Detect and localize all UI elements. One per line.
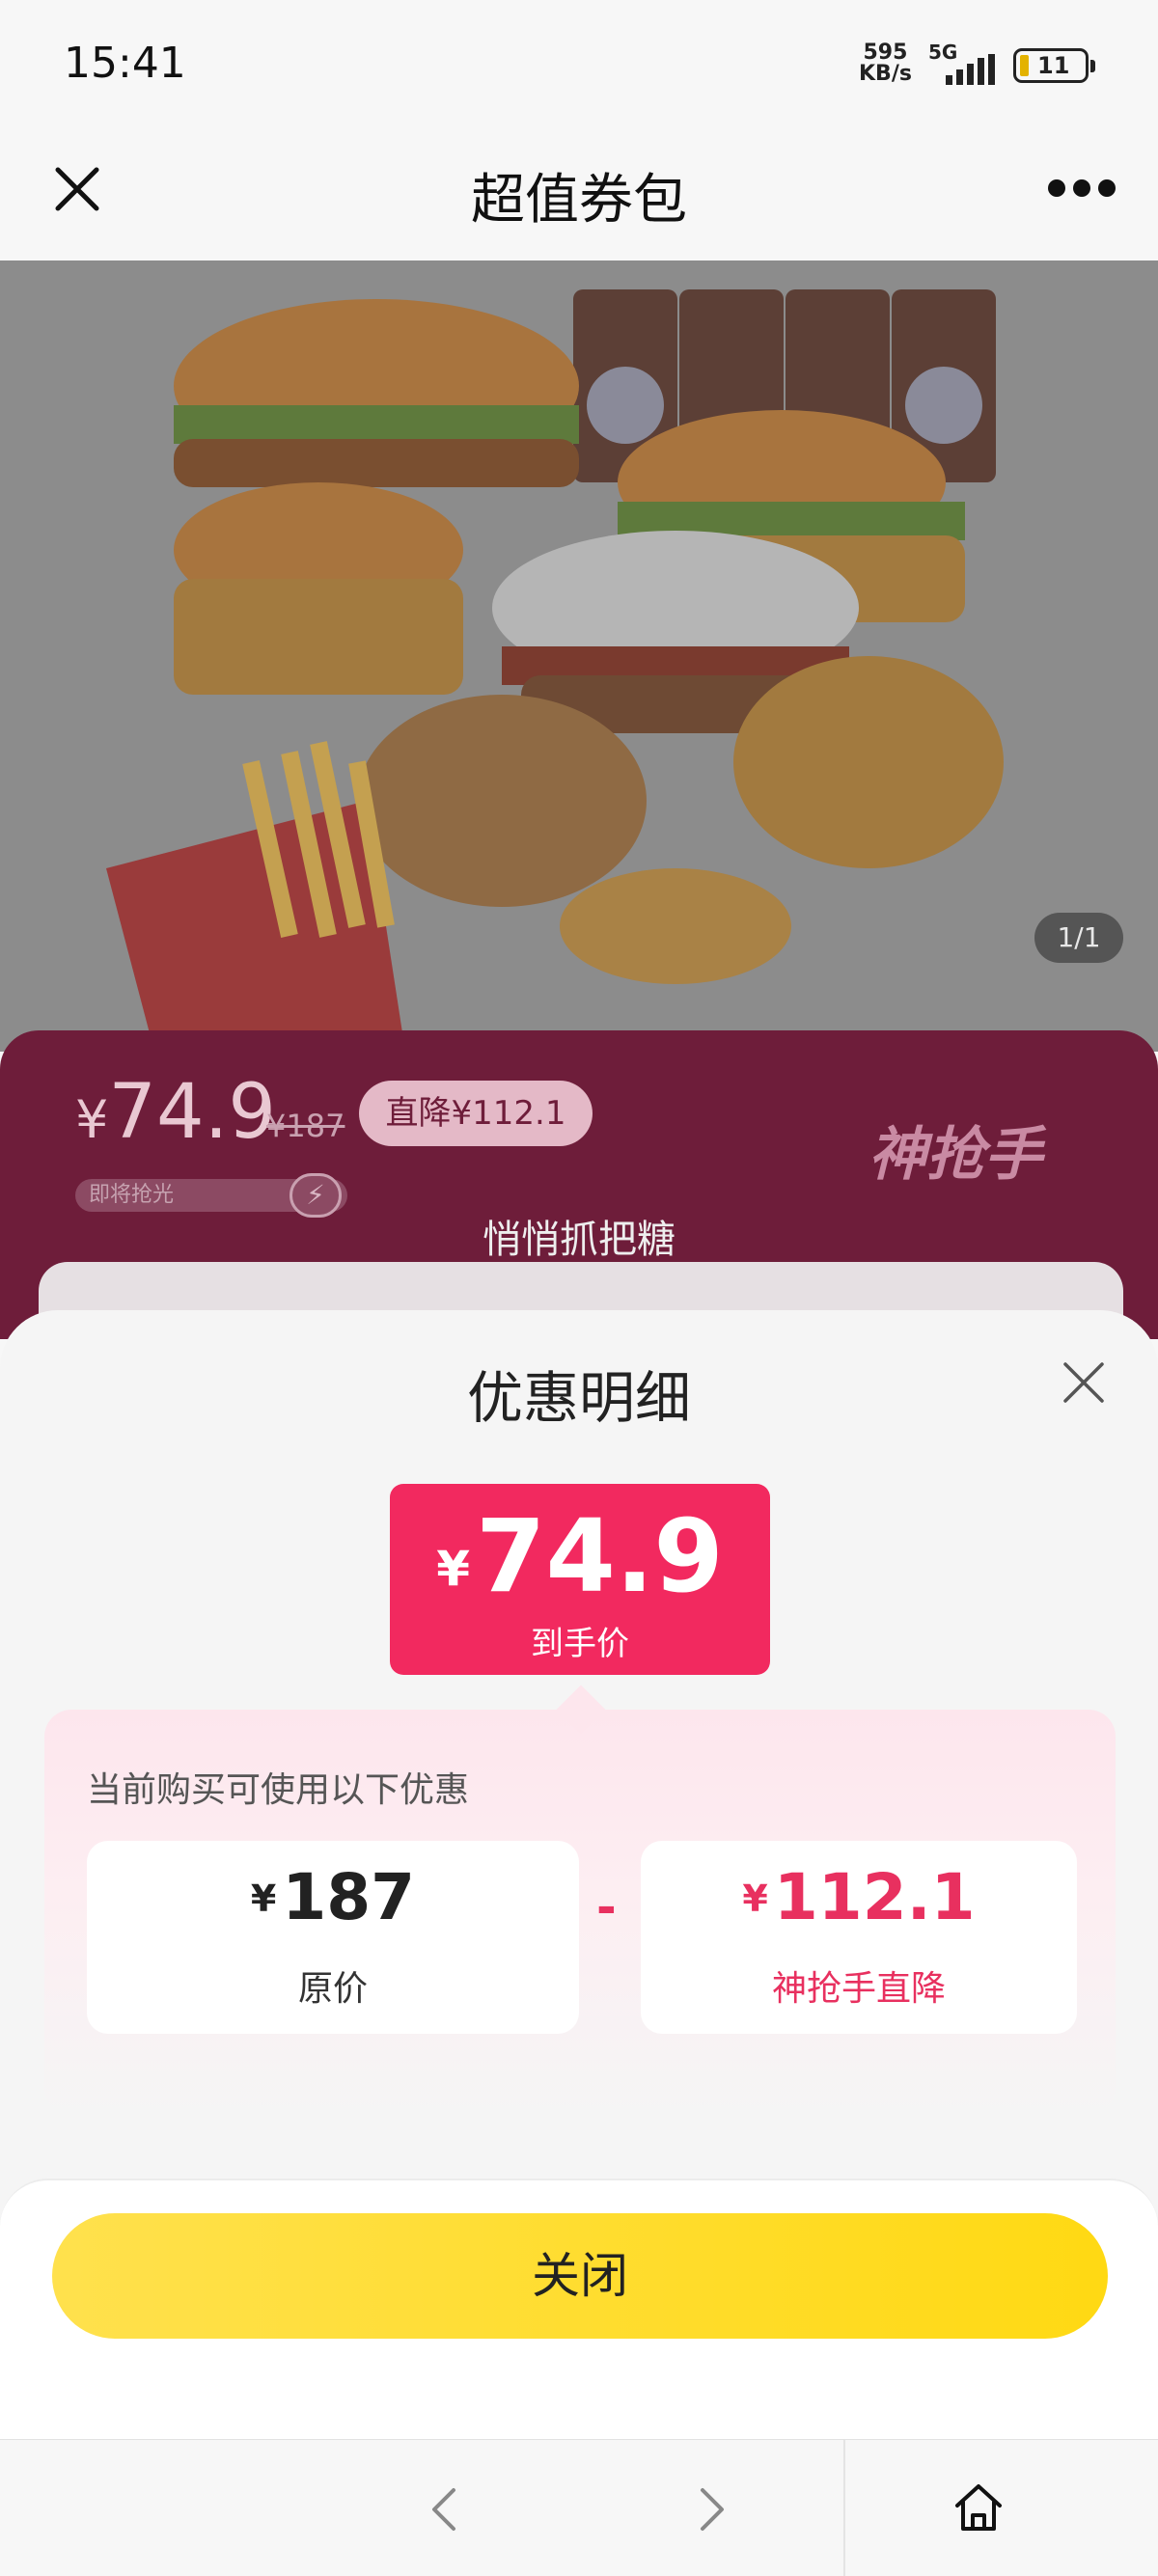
final-price-box: ¥74.9 到手价 bbox=[390, 1484, 770, 1675]
battery-icon: 11 bbox=[1013, 48, 1095, 83]
net-speed-unit: KB/s bbox=[859, 62, 912, 86]
original-price-card: ¥187 原价 bbox=[87, 1841, 579, 2034]
net-speed-value: 595 bbox=[863, 41, 908, 65]
final-price: ¥74.9 bbox=[436, 1497, 724, 1615]
discount-badge: 直降¥112.1 bbox=[359, 1081, 593, 1146]
discount-card: ¥112.1 神抢手直降 bbox=[641, 1841, 1077, 2034]
battery-level: 11 bbox=[1037, 52, 1070, 79]
button-area: 关闭 bbox=[0, 2179, 1158, 2439]
nav-bar: 超值券包 bbox=[0, 135, 1158, 260]
product-image[interactable] bbox=[0, 260, 1158, 1052]
more-dots-icon[interactable] bbox=[1048, 174, 1116, 203]
banner-original-price: ¥187 bbox=[266, 1108, 345, 1144]
close-button[interactable]: 关闭 bbox=[52, 2213, 1108, 2339]
signal-icon: 5G bbox=[928, 41, 1002, 85]
home-icon[interactable] bbox=[950, 2479, 1007, 2536]
image-counter: 1/1 bbox=[1034, 913, 1123, 963]
shop-name: 悄悄抓把糖 bbox=[482, 1218, 676, 1262]
page: 15:41 595 KB/s 5G 11 超值券包 1/1 ¥74.9 ¥187… bbox=[0, 0, 1158, 2576]
status-time: 15:41 bbox=[64, 39, 186, 88]
chevron-left-icon[interactable] bbox=[421, 2482, 469, 2536]
page-title: 超值券包 bbox=[471, 169, 687, 232]
minus-operator: - bbox=[596, 1879, 617, 1935]
net-speed: 595 KB/s bbox=[859, 42, 912, 85]
status-bar: 15:41 595 KB/s 5G 11 bbox=[0, 0, 1158, 135]
brand-logo: 神抢手 bbox=[868, 1121, 1042, 1189]
product-price-banner: ¥74.9 ¥187 直降¥112.1 神抢手 即将抢光 ⚡ 悄悄抓把糖 bbox=[0, 1030, 1158, 1339]
original-price-value: ¥187 bbox=[250, 1860, 416, 1934]
browser-toolbar bbox=[0, 2439, 1158, 2576]
sheet-title: 优惠明细 bbox=[466, 1365, 691, 1431]
toolbar-divider bbox=[843, 2440, 845, 2576]
close-icon[interactable] bbox=[1060, 1358, 1108, 1407]
discount-value: ¥112.1 bbox=[742, 1860, 976, 1934]
chevron-right-icon[interactable] bbox=[687, 2482, 735, 2536]
banner-price: ¥74.9 bbox=[75, 1069, 277, 1156]
discount-breakdown: 当前购买可使用以下优惠 ¥187 原价 - ¥112.1 神抢手直降 bbox=[44, 1685, 1116, 2115]
final-price-label: 到手价 bbox=[531, 1625, 629, 1663]
original-price-label: 原价 bbox=[297, 1969, 368, 2009]
breakdown-hint: 当前购买可使用以下优惠 bbox=[87, 1770, 470, 1810]
discount-detail-sheet: 优惠明细 ¥74.9 到手价 当前购买可使用以下优惠 ¥187 原价 - ¥11… bbox=[0, 1310, 1158, 2439]
discount-label: 神抢手直降 bbox=[771, 1969, 946, 2009]
